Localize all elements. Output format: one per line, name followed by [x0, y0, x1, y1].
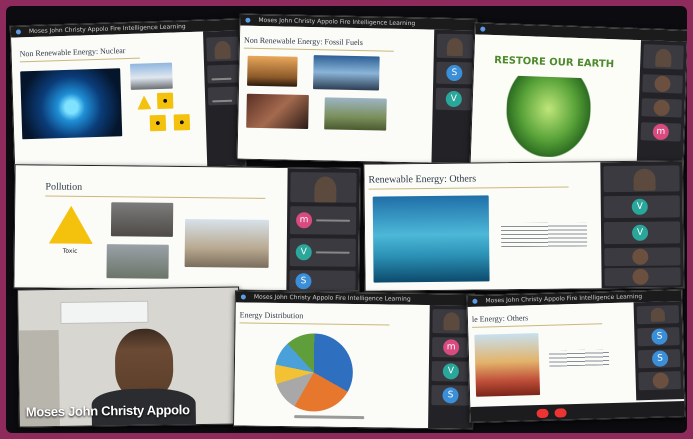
- screenshot-nuclear: Moses John Christy Appolo Fire Intellige…: [9, 18, 247, 174]
- mute-button[interactable]: [536, 408, 549, 419]
- tree-on-earth-image: [504, 75, 592, 159]
- webcam-participant: Moses John Christy Appolo: [17, 286, 241, 428]
- slide-fossil: Non Renewable Energy: Fossil Fuels: [237, 25, 437, 165]
- participant-avatar: m: [652, 123, 670, 141]
- factory-image: [110, 202, 174, 237]
- screenshot-restore-earth: RESTORE OUR EARTH m: [469, 22, 687, 172]
- video-sidebar: m: [636, 40, 687, 171]
- meeting-icon: [15, 29, 22, 35]
- screenshot-fossil-fuels: Moses John Christy Appolo Fire Intellige…: [236, 13, 478, 165]
- participant-avatar: S: [295, 273, 312, 290]
- oil-pump-image: [247, 55, 298, 87]
- video-sidebar: m V S: [286, 168, 360, 292]
- participant-avatar: S: [651, 350, 669, 367]
- ceiling-light: [60, 300, 149, 324]
- slide-others-2: le Energy: Others: [467, 302, 639, 407]
- slide-title: Pollution: [45, 181, 83, 193]
- screenshot-renewable-others: Renewable Energy: Others V V: [363, 160, 685, 292]
- slide-restore: RESTORE OUR EARTH: [470, 34, 644, 172]
- slide-title: le Energy: Others: [471, 313, 529, 324]
- slide-title: Renewable Energy: Others: [368, 173, 477, 186]
- radiation-symbol-icon: [149, 114, 167, 132]
- polluted-shore-image: [184, 218, 270, 268]
- tidal-turbine-image: [372, 195, 490, 283]
- slide-distribution: Energy Distribution: [234, 302, 432, 430]
- slide-renewable: Renewable Energy: Others: [364, 162, 602, 292]
- slide-title: Energy Distribution: [239, 310, 304, 321]
- screenshot-energy-others: Moses John Christy Appolo Fire Intellige…: [466, 289, 686, 423]
- participant-name-label: Moses John Christy Appolo: [25, 402, 190, 420]
- radiation-warning-icon: [137, 95, 151, 109]
- slide-title: Non Renewable Energy: Nuclear: [19, 46, 126, 59]
- participant-avatar: V: [631, 198, 648, 215]
- participant-avatar: m: [296, 212, 313, 229]
- participant-avatar: V: [631, 224, 649, 241]
- participant-avatar: m: [443, 339, 460, 356]
- reactor-image: [20, 68, 123, 140]
- participant-avatar: S: [446, 64, 463, 82]
- toxic-caption: Toxic: [62, 247, 78, 255]
- slide-pollution: Pollution Toxic: [14, 165, 290, 292]
- participant-avatar: V: [295, 244, 312, 261]
- oil-rig-image: [312, 55, 380, 91]
- meeting-icon: [472, 298, 478, 304]
- radiation-symbol-icon: [156, 92, 174, 110]
- participant-avatar: S: [442, 387, 459, 404]
- slide-nuclear: Non Renewable Energy: Nuclear: [11, 31, 210, 174]
- video-sidebar: S S: [633, 301, 685, 401]
- video-sidebar: V V: [600, 161, 684, 289]
- participant-avatar: V: [442, 363, 459, 380]
- meeting-icon: [245, 17, 251, 23]
- collage-frame: Moses John Christy Appolo Fire Intellige…: [6, 6, 687, 433]
- pie-chart: [274, 332, 354, 412]
- toxic-warning-icon: [49, 206, 93, 244]
- participant-avatar: V: [445, 90, 462, 108]
- slide-title: Non Renewable Energy: Fossil Fuels: [243, 35, 364, 48]
- smoke-image: [106, 244, 169, 279]
- coal-image: [246, 93, 309, 129]
- slide-text-block: [500, 222, 588, 248]
- landscape-image: [324, 97, 387, 131]
- geothermal-diagram: [474, 333, 541, 397]
- screenshot-pollution: Pollution Toxic m V S: [13, 164, 361, 292]
- pie-legend: [294, 415, 365, 420]
- meeting-icon: [240, 294, 246, 300]
- participant-avatar: S: [651, 328, 668, 345]
- screenshot-energy-distribution: Moses John Christy Appolo Fire Intellige…: [233, 290, 475, 430]
- meeting-icon: [480, 26, 486, 32]
- end-call-button[interactable]: [554, 408, 567, 418]
- slide-title: RESTORE OUR EARTH: [494, 55, 615, 71]
- slide-text-block: [548, 349, 610, 367]
- cooling-tower-image: [129, 62, 173, 90]
- radiation-symbol-icon: [173, 114, 191, 131]
